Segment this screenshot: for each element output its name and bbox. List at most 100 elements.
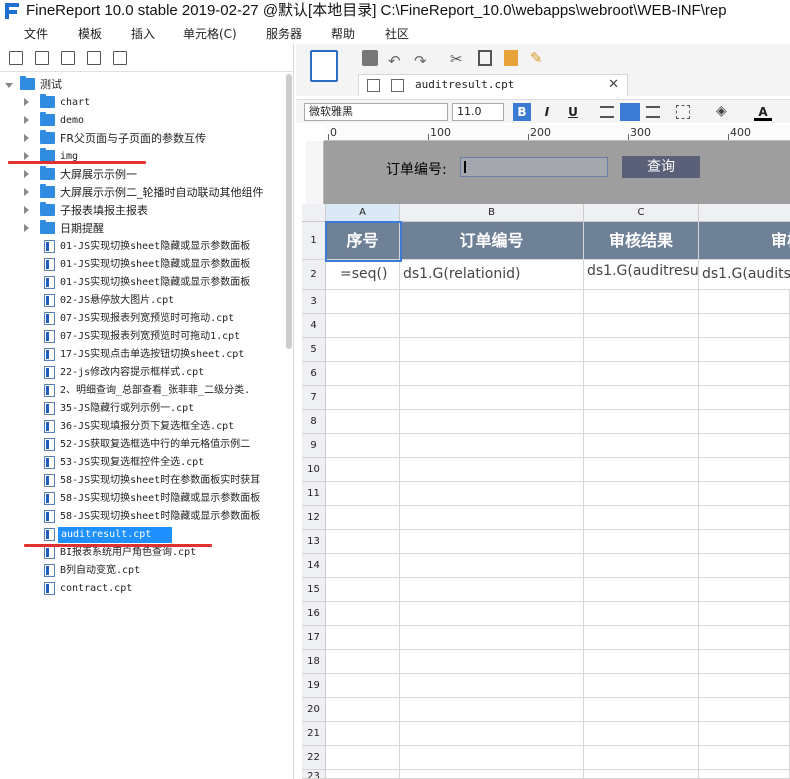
empty-cell[interactable] [400,770,584,779]
row-header[interactable]: 15 [302,578,326,602]
empty-cell[interactable] [699,746,790,770]
row-header[interactable]: 10 [302,458,326,482]
menu-community[interactable]: 社区 [385,25,409,42]
chevron-down-icon[interactable] [5,83,13,88]
row-header[interactable]: 7 [302,386,326,410]
empty-cell[interactable] [699,458,790,482]
empty-cell[interactable] [326,290,400,314]
empty-cell[interactable] [584,506,699,530]
empty-cell[interactable] [400,410,584,434]
row-header[interactable]: 22 [302,746,326,770]
delete-icon[interactable] [113,51,127,65]
empty-cell[interactable] [400,506,584,530]
empty-cell[interactable] [584,482,699,506]
chevron-right-icon[interactable] [24,188,29,196]
menu-cell[interactable]: 单元格(C) [183,25,237,42]
tree-folder[interactable]: 大屏展示示例一 [0,166,288,184]
tree-folder[interactable]: 日期提醒 [0,220,288,238]
tree-file[interactable]: 01-JS实现切换sheet隐藏或显示参数面板 [0,274,288,292]
chevron-right-icon[interactable] [24,134,29,142]
empty-cell[interactable] [400,746,584,770]
row-header[interactable]: 17 [302,626,326,650]
menu-file[interactable]: 文件 [24,25,48,42]
empty-cell[interactable] [584,362,699,386]
tree-file[interactable]: contract.cpt [0,580,288,598]
empty-cell[interactable] [584,530,699,554]
cell-c1[interactable]: 审核结果 [584,222,699,260]
empty-cell[interactable] [400,434,584,458]
tree-file[interactable]: 52-JS获取复选框选中行的单元格值示例二 [0,436,288,454]
empty-cell[interactable] [326,722,400,746]
empty-cell[interactable] [326,674,400,698]
italic-button[interactable]: I [538,103,556,121]
empty-cell[interactable] [584,410,699,434]
tree-root[interactable]: 测试 [0,76,288,94]
open-icon[interactable] [61,51,75,65]
empty-cell[interactable] [400,530,584,554]
empty-cell[interactable] [584,722,699,746]
empty-cell[interactable] [584,458,699,482]
empty-cell[interactable] [400,314,584,338]
close-icon[interactable]: ✕ [608,77,619,92]
tree-folder[interactable]: 子报表填报主报表 [0,202,288,220]
tree-file[interactable]: 58-JS实现切换sheet时在参数面板实时获耳 [0,472,288,490]
cell-a2[interactable]: =seq() [326,260,400,290]
row-header[interactable]: 23 [302,770,326,779]
tree-file[interactable]: 58-JS实现切换sheet时隐藏或显示参数面板 [0,508,288,526]
empty-cell[interactable] [584,314,699,338]
menu-template[interactable]: 模板 [78,25,102,42]
refresh-icon[interactable] [35,51,49,65]
empty-cell[interactable] [400,482,584,506]
fill-color-icon[interactable]: ◈ [716,103,727,119]
empty-cell[interactable] [699,554,790,578]
tree-file[interactable]: 53-JS实现复选框控件全选.cpt [0,454,288,472]
tree-file[interactable]: 01-JS实现切换sheet隐藏或显示参数面板 [0,238,288,256]
empty-cell[interactable] [584,554,699,578]
empty-cell[interactable] [584,602,699,626]
empty-cell[interactable] [699,362,790,386]
tree-file[interactable]: 35-JS隐藏行或列示例一.cpt [0,400,288,418]
row-header[interactable]: 20 [302,698,326,722]
empty-cell[interactable] [699,650,790,674]
row-header[interactable]: 8 [302,410,326,434]
tree-file[interactable]: 07-JS实现报表列宽预览时可拖动.cpt [0,310,288,328]
paste-icon[interactable] [504,50,518,66]
empty-cell[interactable] [699,506,790,530]
empty-cell[interactable] [326,506,400,530]
template-icon[interactable] [310,50,338,82]
font-size-select[interactable]: 11.0 [452,103,504,121]
empty-cell[interactable] [326,650,400,674]
empty-cell[interactable] [326,362,400,386]
empty-cell[interactable] [326,482,400,506]
underline-button[interactable]: U [564,103,582,121]
redo-icon[interactable]: ↷ [414,52,427,70]
empty-cell[interactable] [699,770,790,779]
empty-cell[interactable] [326,698,400,722]
row-header[interactable]: 6 [302,362,326,386]
align-right-icon[interactable] [646,106,660,118]
empty-cell[interactable] [584,770,699,779]
tab-auditresult[interactable]: auditresult.cpt ✕ [358,74,628,96]
empty-cell[interactable] [326,770,400,779]
empty-cell[interactable] [400,626,584,650]
empty-cell[interactable] [699,722,790,746]
font-family-select[interactable]: 微软雅黑 [304,103,448,121]
empty-cell[interactable] [699,482,790,506]
column-header-b[interactable]: B [400,204,584,222]
chevron-right-icon[interactable] [24,116,29,124]
row-header[interactable]: 19 [302,674,326,698]
tree-file[interactable]: 01-JS实现切换sheet隐藏或显示参数面板 [0,256,288,274]
empty-cell[interactable] [584,674,699,698]
tree-file[interactable]: 58-JS实现切换sheet时隐藏或显示参数面板 [0,490,288,508]
tree-scrollbar[interactable] [286,74,292,349]
empty-cell[interactable] [699,626,790,650]
align-center-icon[interactable] [620,103,640,121]
menu-help[interactable]: 帮助 [331,25,355,42]
empty-cell[interactable] [400,602,584,626]
empty-cell[interactable] [326,410,400,434]
tree-folder[interactable]: chart [0,94,288,112]
align-left-icon[interactable] [600,106,614,118]
empty-cell[interactable] [699,434,790,458]
menu-server[interactable]: 服务器 [266,25,302,42]
row-header[interactable]: 21 [302,722,326,746]
